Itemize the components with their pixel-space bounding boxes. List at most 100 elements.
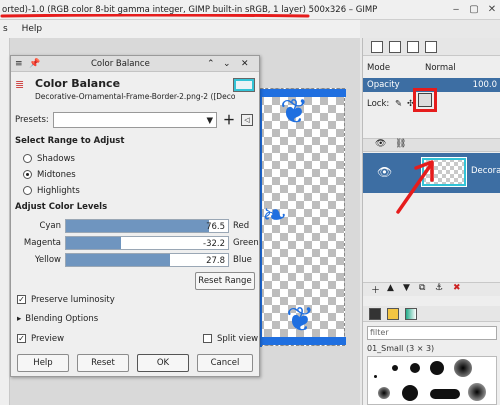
ok-button[interactable]: OK bbox=[137, 354, 189, 372]
menubar: s Help bbox=[0, 20, 360, 38]
image-preview-thumb bbox=[233, 78, 255, 92]
shade-icon[interactable]: ⌃ bbox=[207, 56, 215, 72]
presets-row: Presets: ▼ ＋ ◁ bbox=[15, 112, 259, 128]
radio-midtones[interactable]: Midtones bbox=[23, 168, 76, 182]
red-arrow-annotation bbox=[396, 160, 434, 214]
dialog-close-icon[interactable]: ✕ bbox=[241, 56, 249, 72]
slider-value: -32.2 bbox=[203, 239, 225, 249]
reset-button[interactable]: Reset bbox=[77, 354, 129, 372]
channels-tab-icon[interactable] bbox=[389, 41, 401, 53]
window-titlebar: orted)-1.0 (RGB color 8-bit gamma intege… bbox=[0, 0, 500, 20]
yellow-blue-slider[interactable]: 27.8 bbox=[65, 253, 229, 267]
expander-arrow-icon: ▸ bbox=[17, 314, 22, 324]
brush-filter-input[interactable]: filter bbox=[367, 326, 497, 340]
menu-item-partial[interactable]: s bbox=[3, 24, 8, 34]
dialog-titlebar[interactable]: ≡ 📌 Color Balance ⌃ ⌄ ✕ bbox=[11, 56, 259, 72]
radio-shadows-label: Shadows bbox=[37, 154, 75, 164]
radio-midtones-indicator bbox=[23, 170, 32, 179]
dialog-menu-icon[interactable]: ≡ bbox=[15, 56, 23, 72]
pin-icon[interactable]: 📌 bbox=[29, 56, 40, 72]
dialog-header: ≣ Color Balance Decorative-Ornamental-Fr… bbox=[15, 76, 259, 104]
presets-label: Presets: bbox=[15, 115, 49, 125]
paths-tab-icon[interactable] bbox=[407, 41, 419, 53]
presets-combo[interactable]: ▼ bbox=[53, 112, 217, 128]
visibility-header-icon: 👁 bbox=[375, 139, 387, 149]
minimize-icon[interactable]: ‒ bbox=[448, 0, 464, 19]
preview-checkbox[interactable]: ✓ Preview bbox=[17, 332, 64, 346]
mode-select[interactable]: Normal bbox=[425, 60, 456, 76]
opacity-value: 100.0 bbox=[472, 80, 497, 90]
brush-item[interactable] bbox=[392, 365, 398, 371]
add-preset-icon[interactable]: ＋ bbox=[223, 112, 235, 128]
range-heading: Select Range to Adjust bbox=[15, 136, 125, 146]
eye-icon[interactable]: 👁 bbox=[377, 165, 392, 179]
slider-cyan-red: Cyan 76.5 Red bbox=[15, 219, 259, 233]
delete-layer-icon[interactable]: ✖ bbox=[453, 283, 461, 293]
brush-item[interactable] bbox=[454, 359, 472, 377]
slider-left-label: Yellow bbox=[34, 255, 61, 265]
brush-name: 01_Small (3 × 3) bbox=[367, 344, 435, 353]
preserve-luminosity-checkbox[interactable]: ✓ Preserve luminosity bbox=[17, 293, 115, 307]
close-icon[interactable]: ✕ bbox=[484, 0, 500, 19]
menu-item-help[interactable]: Help bbox=[22, 24, 43, 34]
brush-item[interactable] bbox=[378, 387, 390, 399]
new-layer-icon[interactable]: ＋ bbox=[371, 283, 380, 296]
slider-value: 76.5 bbox=[206, 222, 225, 232]
blending-options-label: Blending Options bbox=[25, 314, 99, 324]
vertical-ruler bbox=[0, 38, 10, 405]
blending-options-expander[interactable]: ▸ Blending Options bbox=[17, 312, 98, 326]
layer-toolbar: ＋ ▲ ▼ ⧉ ⚓ ✖ bbox=[363, 282, 500, 296]
slider-left-label: Magenta bbox=[23, 238, 61, 248]
layers-list-header: 👁 ⛓ bbox=[363, 138, 500, 152]
checkbox-indicator: ✓ bbox=[17, 295, 26, 304]
brush-item[interactable] bbox=[402, 385, 418, 401]
lock-alpha-icon[interactable] bbox=[418, 93, 432, 107]
red-underline-annotation bbox=[0, 14, 310, 18]
lower-layer-icon[interactable]: ▼ bbox=[403, 283, 410, 293]
slider-right-label: Red bbox=[233, 221, 250, 231]
dialog-header-file: Decorative-Ornamental-Frame-Border-2.png… bbox=[35, 92, 235, 101]
reset-range-button[interactable]: Reset Range bbox=[195, 272, 255, 290]
ornament-swirl-middle: ❧ bbox=[262, 198, 288, 233]
magenta-green-slider[interactable]: -32.2 bbox=[65, 236, 229, 250]
image-canvas[interactable]: ❦ ❧ ❦ bbox=[255, 88, 346, 347]
brush-item[interactable] bbox=[410, 363, 420, 373]
gradients-tab-icon[interactable] bbox=[405, 308, 417, 320]
dialog-title: Color Balance bbox=[91, 59, 150, 69]
patterns-tab-icon[interactable] bbox=[387, 308, 399, 320]
brushes-tabs bbox=[363, 306, 500, 322]
layers-tab-icon[interactable] bbox=[371, 41, 383, 53]
mode-row: Mode Normal bbox=[367, 60, 499, 76]
preserve-luminosity-label: Preserve luminosity bbox=[31, 295, 115, 305]
checkbox-indicator: ✓ bbox=[17, 334, 26, 343]
ornament-swirl-bottom: ❦ bbox=[286, 300, 315, 340]
radio-midtones-label: Midtones bbox=[37, 170, 76, 180]
radio-highlights[interactable]: Highlights bbox=[23, 184, 80, 198]
slider-fill bbox=[66, 220, 209, 232]
help-button[interactable]: Help bbox=[17, 354, 69, 372]
radio-highlights-indicator bbox=[23, 186, 32, 195]
preset-menu-icon[interactable]: ◁ bbox=[241, 114, 253, 126]
opacity-label: Opacity bbox=[367, 80, 400, 90]
brush-item[interactable] bbox=[374, 375, 377, 378]
levels-heading: Adjust Color Levels bbox=[15, 202, 108, 212]
duplicate-layer-icon[interactable]: ⧉ bbox=[419, 283, 425, 293]
unshade-icon[interactable]: ⌄ bbox=[223, 56, 231, 72]
brush-item[interactable] bbox=[430, 389, 460, 399]
maximize-icon[interactable]: ▢ bbox=[466, 0, 482, 19]
dock-tabs bbox=[363, 38, 500, 56]
split-view-checkbox[interactable]: Split view bbox=[203, 332, 258, 346]
lock-pixels-icon[interactable]: ✎ bbox=[395, 94, 402, 114]
mode-label: Mode bbox=[367, 63, 391, 73]
anchor-layer-icon[interactable]: ⚓ bbox=[435, 283, 443, 293]
cancel-button[interactable]: Cancel bbox=[197, 354, 253, 372]
brush-item[interactable] bbox=[430, 361, 444, 375]
radio-shadows[interactable]: Shadows bbox=[23, 152, 75, 166]
brushes-tab-icon[interactable] bbox=[369, 308, 381, 320]
raise-layer-icon[interactable]: ▲ bbox=[387, 283, 394, 293]
cyan-red-slider[interactable]: 76.5 bbox=[65, 219, 229, 233]
brush-grid[interactable] bbox=[367, 356, 497, 405]
undo-tab-icon[interactable] bbox=[425, 41, 437, 53]
brush-item[interactable] bbox=[468, 383, 486, 401]
radio-shadows-indicator bbox=[23, 154, 32, 163]
